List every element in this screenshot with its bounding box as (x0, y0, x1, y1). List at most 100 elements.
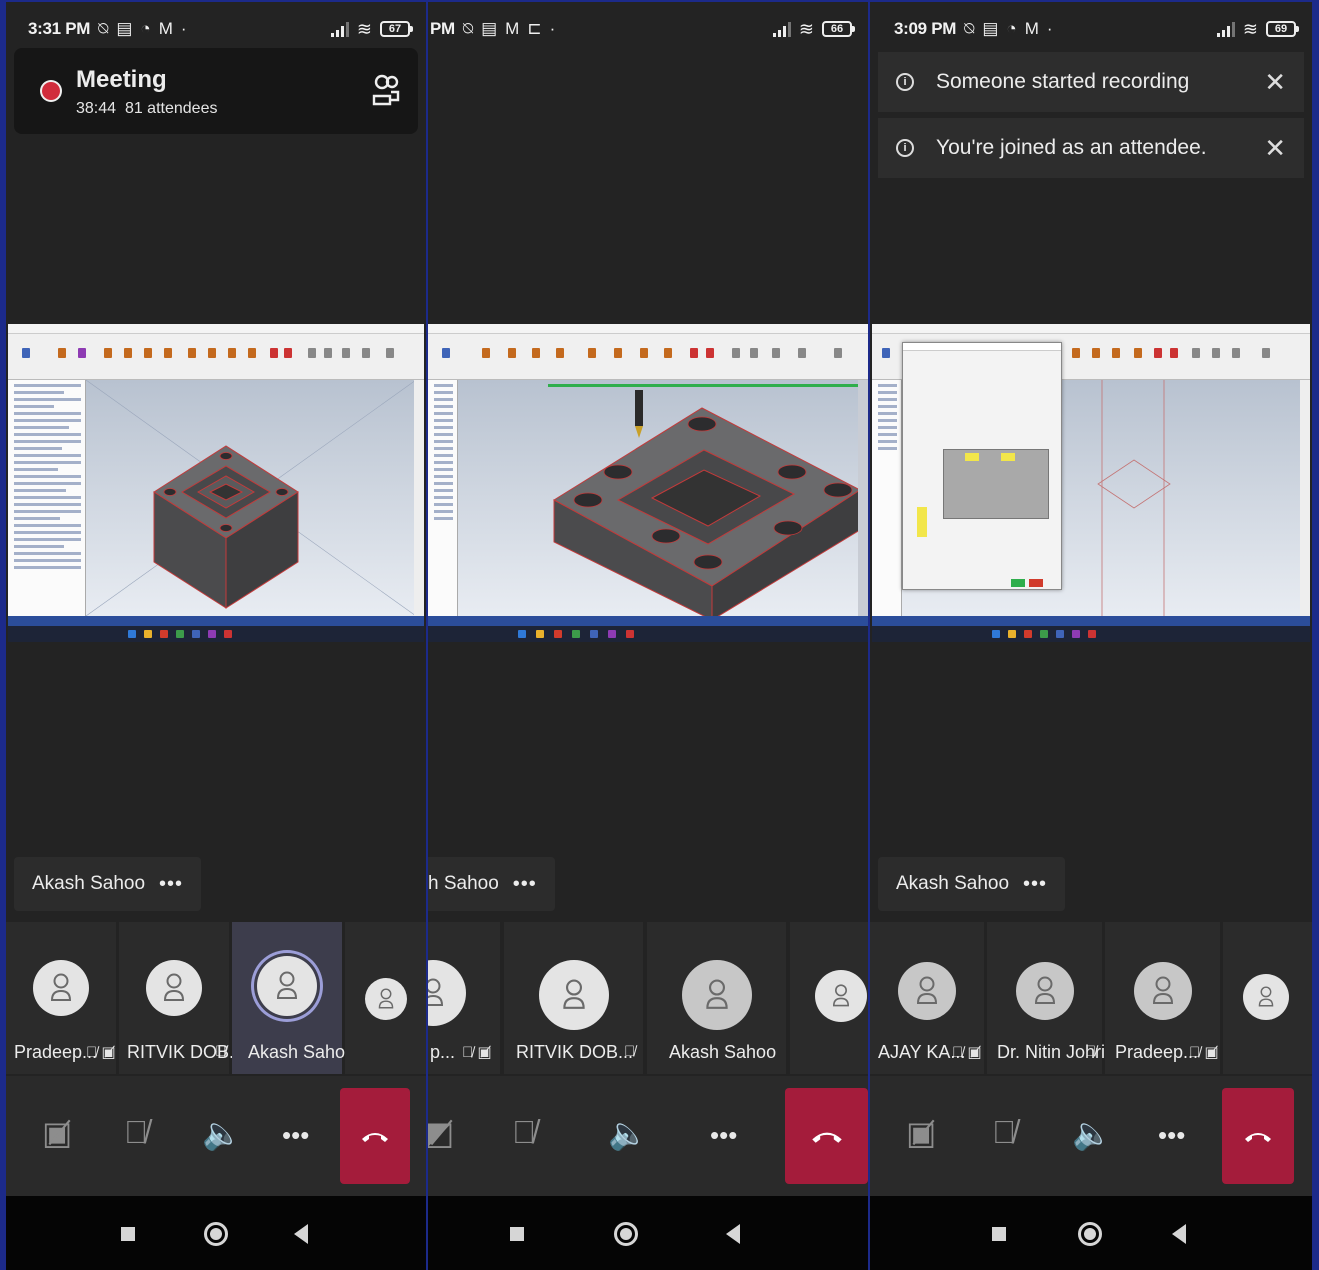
meeting-header[interactable]: Meeting 38:44 81 attendees (14, 48, 418, 134)
more-icon[interactable]: ••• (1158, 1120, 1185, 1151)
camera-off-icon[interactable]: ◩̸ (428, 1114, 454, 1152)
status-time: PM (430, 19, 455, 38)
person-icon (916, 976, 938, 1004)
avatar (146, 960, 202, 1016)
person-icon (1152, 976, 1174, 1004)
participant-tile[interactable] (790, 922, 868, 1074)
meeting-duration: 38:44 (76, 100, 117, 117)
mic-off-icon: 🎙̸ ▣̸ (86, 1044, 116, 1061)
recents-button[interactable] (992, 1227, 1006, 1241)
back-button[interactable] (294, 1224, 308, 1244)
battery-icon: 66 (822, 21, 855, 37)
call-controls: ◩̸ 🎙̸ 🔈 ••• (428, 1076, 868, 1196)
recents-button[interactable] (121, 1227, 135, 1241)
more-options-icon[interactable]: ••• (159, 873, 183, 896)
participant-name: RITVIK DOB... (127, 1042, 245, 1062)
signal-icon (772, 21, 791, 37)
avatar (898, 962, 956, 1020)
participant-tile[interactable]: RITVIK DOB... 🎙̸ (504, 922, 643, 1074)
hang-up-icon (811, 1132, 842, 1143)
windows-taskbar (872, 626, 1310, 642)
hang-up-button[interactable] (340, 1088, 410, 1184)
avatar (539, 960, 609, 1030)
speaker-icon[interactable]: 🔈 (202, 1114, 242, 1152)
avatar (257, 956, 317, 1016)
home-button[interactable] (1078, 1222, 1102, 1246)
participant-name: Akash Sahoo (669, 1042, 777, 1062)
presenter-label[interactable]: Akash Sahoo ••• (14, 857, 202, 911)
battery-icon: 69 (1266, 21, 1299, 37)
camera-off-icon[interactable]: ▣̸ (42, 1114, 72, 1152)
dot-icon: · (1046, 19, 1053, 38)
participant-tile[interactable]: Pradeep... 🎙̸ ▣̸ (6, 922, 116, 1074)
participants-icon[interactable] (372, 74, 400, 108)
battery-icon: 67 (380, 21, 413, 37)
wifi-icon: ≋ (798, 18, 814, 39)
person-icon (563, 979, 585, 1009)
participant-strip: AJAY KA... 🎙̸ ▣̸ Dr. Nitin Johri 🎙̸ Prad… (870, 922, 1312, 1074)
message-icon: ▤ (982, 19, 999, 38)
mic-off-icon: 🎙̸ ▣̸ (1189, 1044, 1219, 1061)
mic-off-icon[interactable]: 🎙̸ (124, 1114, 148, 1151)
notification-attendee: i You're joined as an attendee. ✕ (878, 118, 1304, 178)
windows-taskbar (428, 626, 868, 642)
participant-tile[interactable]: Akash Sahoo (647, 922, 786, 1074)
shared-screen[interactable] (428, 324, 868, 642)
participant-tile[interactable]: Pradeep... 🎙̸ ▣̸ (1105, 922, 1220, 1074)
close-icon[interactable]: ✕ (1264, 67, 1286, 98)
status-time: 3:31 PM (28, 19, 91, 38)
shared-screen[interactable] (8, 324, 424, 642)
hang-up-icon (362, 1133, 388, 1142)
home-button[interactable] (204, 1222, 228, 1246)
hang-up-button[interactable] (1222, 1088, 1294, 1184)
camera-off-icon[interactable]: ▣̸ (906, 1114, 936, 1152)
participant-tile-active[interactable]: Akash Sahoo (232, 922, 355, 1074)
back-button[interactable] (1172, 1224, 1186, 1244)
more-options-icon[interactable]: ••• (1023, 873, 1047, 896)
participant-tile[interactable] (345, 922, 426, 1074)
presenter-label[interactable]: Akash Sahoo ••• (878, 857, 1066, 911)
speaker-icon[interactable]: 🔈 (608, 1114, 648, 1152)
recents-button[interactable] (510, 1227, 524, 1241)
chain-properties-dialog[interactable] (902, 342, 1062, 590)
avatar (682, 960, 752, 1030)
dot-icon: · (549, 19, 556, 38)
cad-status-bar (428, 616, 868, 626)
presenter-label[interactable]: h Sahoo ••• (428, 857, 555, 911)
mute-notification-icon: ⍉ (964, 19, 975, 38)
participant-name: p... (430, 1042, 456, 1062)
meeting-title: Meeting (76, 66, 167, 93)
more-icon[interactable]: ••• (710, 1120, 737, 1151)
mic-off-icon[interactable]: 🎙̸ (512, 1114, 536, 1151)
speaker-icon[interactable]: 🔈 (1072, 1114, 1112, 1152)
mic-off-icon[interactable]: 🎙̸ (992, 1114, 1016, 1151)
presenter-name: Akash Sahoo (32, 873, 146, 894)
person-icon (276, 971, 298, 999)
back-button[interactable] (726, 1224, 740, 1244)
more-icon[interactable]: ••• (282, 1120, 309, 1151)
mic-off-icon: 🎙̸ (1085, 1043, 1097, 1060)
dot-icon: · (180, 19, 187, 38)
participant-tile[interactable] (1223, 922, 1312, 1074)
participant-tile[interactable]: Dr. Nitin Johri 🎙̸ (987, 922, 1105, 1074)
notification-text: Someone started recording (936, 70, 1190, 93)
mic-off-icon: 🎙̸ (215, 1043, 227, 1060)
person-icon (163, 973, 185, 1001)
message-icon: ▤ (481, 19, 498, 38)
avatar (1134, 962, 1192, 1020)
avatar (428, 960, 466, 1026)
screenshot-panel-3: 3:09 PM ⍉ ▤ ◔ M · ≋ 69 i Someone started… (870, 2, 1312, 1270)
shared-screen[interactable] (872, 324, 1310, 642)
more-options-icon[interactable]: ••• (513, 873, 537, 896)
status-bar: 3:09 PM ⍉ ▤ ◔ M · ≋ 69 (870, 2, 1312, 56)
participant-tile[interactable]: AJAY KA... 🎙̸ ▣̸ (870, 922, 984, 1074)
hang-up-button[interactable] (785, 1088, 868, 1184)
toolpath-tree (428, 380, 458, 616)
participant-tile[interactable]: p... 🎙̸ ▣̸ (428, 922, 500, 1074)
home-button[interactable] (614, 1222, 638, 1246)
participant-tile[interactable]: RITVIK DOB... 🎙̸ (119, 922, 244, 1074)
close-icon[interactable]: ✕ (1264, 133, 1286, 164)
participant-name: Akash Sahoo (248, 1042, 356, 1062)
message-icon: ▤ (116, 19, 133, 38)
avatar (33, 960, 89, 1016)
